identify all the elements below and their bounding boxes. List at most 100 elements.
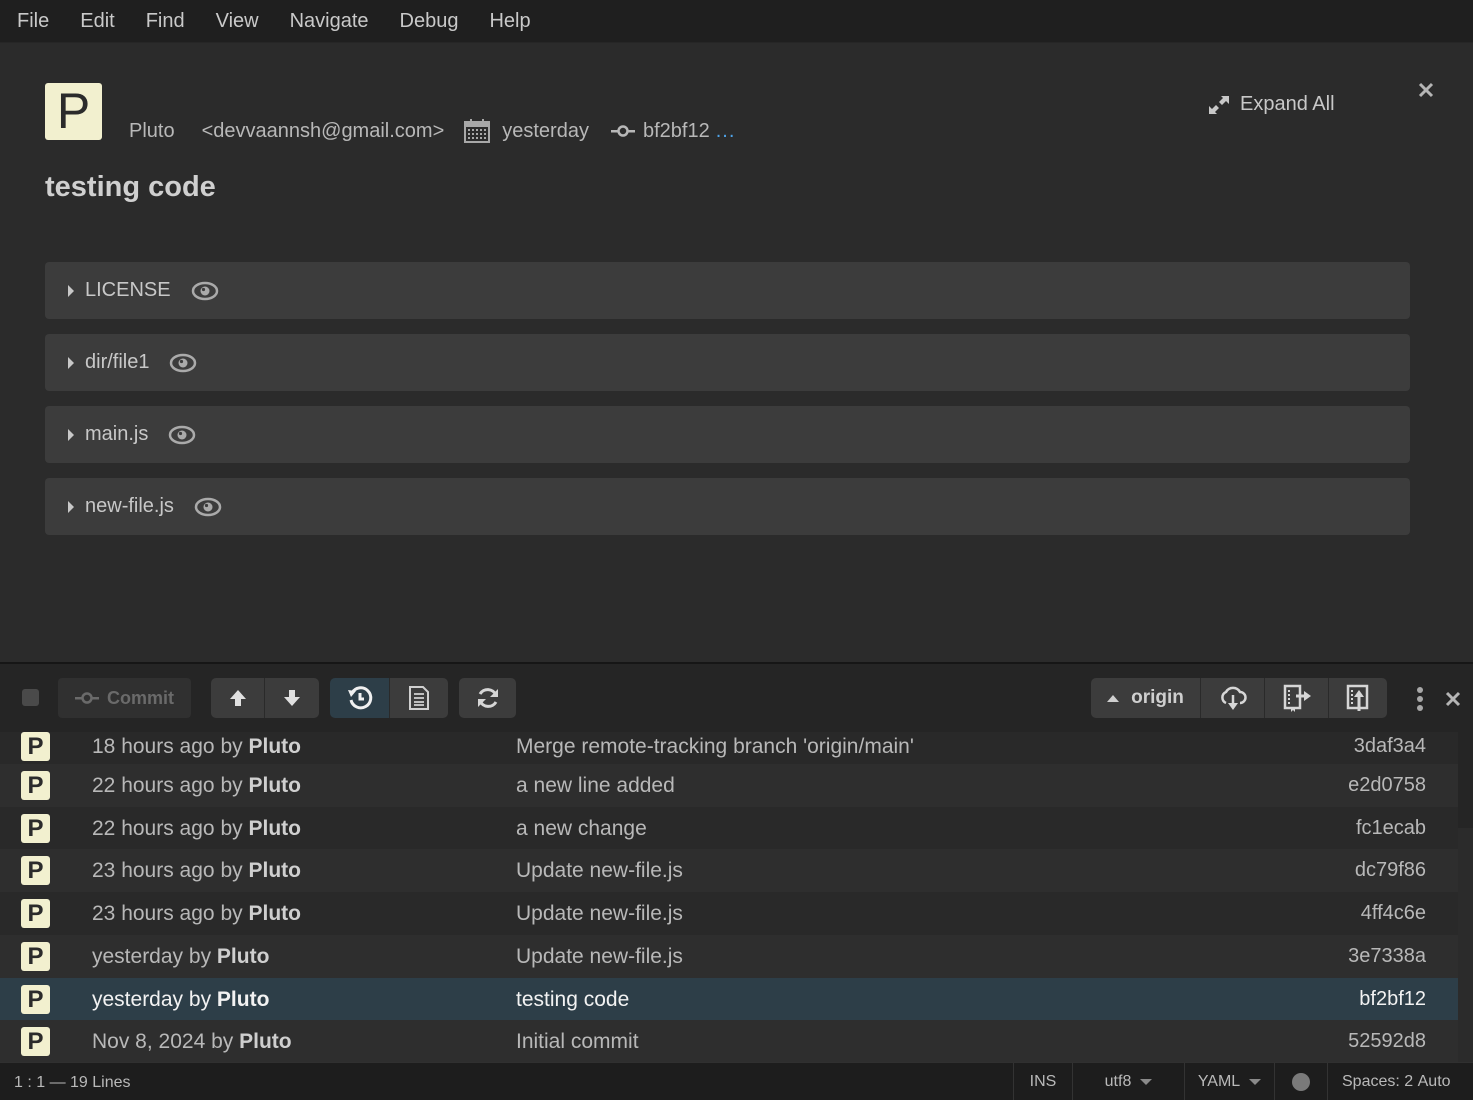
commit-sha: dc79f86 xyxy=(1354,859,1426,881)
expand-triangle-icon xyxy=(68,500,74,513)
encoding-label: utf8 xyxy=(1104,1072,1132,1090)
document-icon xyxy=(409,686,429,710)
commit-message: Update new-file.js xyxy=(516,858,683,882)
file-row-license[interactable]: LICENSE xyxy=(45,262,1410,319)
commit-date: yesterday xyxy=(502,119,589,142)
eye-icon[interactable] xyxy=(194,497,222,517)
view-mode-group xyxy=(330,678,448,718)
indent-mode[interactable]: Auto xyxy=(1418,1073,1451,1091)
history-row[interactable]: P 23 hours ago by Pluto Update new-file.… xyxy=(0,892,1458,935)
history-row-selected[interactable]: P yesterday by Pluto testing code bf2bf1… xyxy=(0,978,1458,1021)
commit-icon xyxy=(610,125,635,137)
fetch-button[interactable] xyxy=(1201,678,1265,718)
push-button[interactable] xyxy=(1329,678,1387,718)
language-selector[interactable]: YAML xyxy=(1184,1063,1274,1100)
spaces-value[interactable]: 2 xyxy=(1404,1073,1413,1091)
insert-mode-label: INS xyxy=(1029,1072,1057,1090)
menu-find[interactable]: Find xyxy=(146,10,185,33)
history-row[interactable]: P 22 hours ago by Pluto a new change fc1… xyxy=(0,807,1458,850)
commit-when: Nov 8, 2024 by Pluto xyxy=(92,1030,292,1054)
file-row-main-js[interactable]: main.js xyxy=(45,406,1410,463)
eye-icon[interactable] xyxy=(191,281,219,301)
author-name: Pluto xyxy=(248,901,301,925)
relative-time: 18 hours ago xyxy=(92,734,215,758)
history-row[interactable]: P 22 hours ago by Pluto a new line added… xyxy=(0,764,1458,807)
close-panel-icon[interactable] xyxy=(1444,690,1462,708)
commit-sha: 52592d8 xyxy=(1348,1030,1426,1052)
avatar: P xyxy=(21,1027,50,1056)
commit-label: Commit xyxy=(107,687,174,708)
file-history-button[interactable] xyxy=(390,678,448,718)
by-label: by xyxy=(220,858,243,882)
relative-time: yesterday xyxy=(92,987,184,1011)
pull-button[interactable] xyxy=(1265,678,1329,718)
menu-edit[interactable]: Edit xyxy=(80,10,114,33)
arrow-up-icon xyxy=(229,690,246,706)
author-name: Pluto xyxy=(216,987,270,1011)
commit-icon xyxy=(75,692,99,704)
by-label: by xyxy=(211,1029,234,1053)
indentation-selector[interactable]: Spaces: 2 Auto xyxy=(1327,1063,1473,1100)
commit-button[interactable]: Commit xyxy=(58,678,191,718)
menu-file[interactable]: File xyxy=(17,10,49,33)
spaces-label: Spaces: xyxy=(1342,1072,1400,1090)
commit-message: Update new-file.js xyxy=(516,944,683,968)
remote-group: origin xyxy=(1091,678,1387,718)
changed-files-list: LICENSE dir/file1 main.js new-file.js xyxy=(45,262,1410,550)
commit-message: a new line added xyxy=(516,773,675,797)
next-button[interactable] xyxy=(265,678,319,718)
file-row-dir-file1[interactable]: dir/file1 xyxy=(45,334,1410,391)
author-name: Pluto xyxy=(248,816,301,840)
commit-sha[interactable]: bf2bf12 xyxy=(643,120,710,143)
status-dot-icon xyxy=(1292,1072,1310,1091)
avatar: P xyxy=(21,985,50,1014)
history-row[interactable]: P Nov 8, 2024 by Pluto Initial commit 52… xyxy=(0,1020,1458,1062)
expand-triangle-icon xyxy=(68,284,74,297)
commit-message: Merge remote-tracking branch 'origin/mai… xyxy=(516,734,914,758)
commit-sha: fc1ecab xyxy=(1355,817,1426,839)
relative-time: yesterday xyxy=(92,944,184,968)
refresh-button[interactable] xyxy=(459,678,516,718)
author-avatar: P xyxy=(45,83,102,140)
commit-sha: 4ff4c6e xyxy=(1360,902,1426,924)
author-name: Pluto xyxy=(216,944,270,968)
caret-up-icon xyxy=(1107,694,1120,702)
by-label: by xyxy=(188,944,212,968)
remote-selector[interactable]: origin xyxy=(1091,678,1201,718)
menu-debug[interactable]: Debug xyxy=(400,10,459,33)
author-name: Pluto xyxy=(248,734,301,758)
avatar: P xyxy=(21,942,50,971)
encoding-selector[interactable]: utf8 xyxy=(1072,1063,1184,1100)
previous-button[interactable] xyxy=(211,678,265,718)
commit-when: yesterday by Pluto xyxy=(92,945,269,969)
linter-status[interactable] xyxy=(1274,1063,1327,1100)
history-scrollbar[interactable] xyxy=(1458,828,1473,1062)
history-row[interactable]: P 23 hours ago by Pluto Update new-file.… xyxy=(0,849,1458,892)
more-sha-button[interactable]: ... xyxy=(716,120,736,143)
commit-message: Initial commit xyxy=(516,1029,639,1053)
status-bar: 1 : 1 — 19 Lines INS utf8 YAML Spaces: 2… xyxy=(0,1062,1473,1100)
file-name: LICENSE xyxy=(85,279,171,301)
close-icon[interactable] xyxy=(1415,79,1437,101)
eye-icon[interactable] xyxy=(169,353,197,373)
expand-all-button[interactable]: Expand All xyxy=(1207,93,1335,116)
by-label: by xyxy=(220,773,243,797)
commit-when: 23 hours ago by Pluto xyxy=(92,859,301,883)
file-name: new-file.js xyxy=(85,495,174,517)
more-options-icon[interactable] xyxy=(1413,686,1427,712)
history-button[interactable] xyxy=(330,678,390,718)
insert-mode-toggle[interactable]: INS xyxy=(1013,1063,1072,1100)
eye-icon[interactable] xyxy=(168,425,196,445)
avatar: P xyxy=(21,732,50,761)
history-row[interactable]: P 18 hours ago by Pluto Merge remote-tra… xyxy=(0,732,1458,768)
history-row[interactable]: P yesterday by Pluto Update new-file.js … xyxy=(0,935,1458,978)
author-name: Pluto xyxy=(248,773,301,797)
menu-view[interactable]: View xyxy=(216,10,259,33)
menu-help[interactable]: Help xyxy=(489,10,530,33)
expand-triangle-icon xyxy=(68,356,74,369)
menu-navigate[interactable]: Navigate xyxy=(290,10,369,33)
commit-title: testing code xyxy=(45,171,216,203)
avatar: P xyxy=(21,814,50,843)
file-row-new-file-js[interactable]: new-file.js xyxy=(45,478,1410,535)
select-all-checkbox[interactable] xyxy=(22,689,39,706)
